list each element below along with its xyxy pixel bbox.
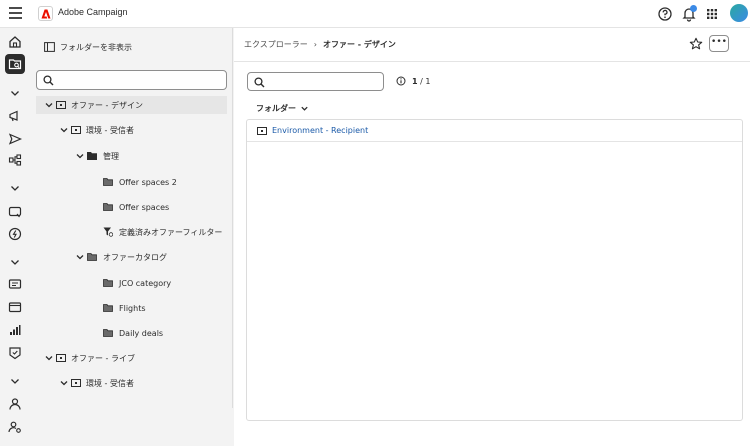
breadcrumb-separator: › (313, 40, 317, 49)
campaign-icon[interactable] (7, 108, 23, 124)
hide-folders-label: フォルダーを非表示 (60, 42, 132, 52)
chevron-down-icon[interactable] (75, 151, 85, 161)
count-separator: / (420, 76, 423, 86)
notification-badge (690, 5, 697, 12)
environment-icon (71, 126, 81, 134)
environment-icon (257, 126, 267, 135)
search-icon (43, 75, 54, 86)
audiences-icon[interactable] (7, 299, 23, 315)
search-icon (254, 77, 265, 88)
count-total: 1 (425, 76, 431, 86)
tree-node-label: Offer spaces 2 (119, 177, 177, 187)
tree-node-label: Flights (119, 303, 146, 313)
tree-node-offer-spaces-2[interactable]: Offer spaces 2 (103, 173, 177, 191)
chevron-down-icon (301, 106, 308, 111)
folder-explorer-panel: フォルダーを非表示 オファー - デザイン 環境 - 受信者 管理 Offer … (30, 28, 233, 408)
chevron-down-icon[interactable] (75, 252, 85, 262)
environment-icon (56, 354, 66, 362)
left-nav-rail (0, 28, 30, 446)
tree-node-admin[interactable]: 管理 (75, 147, 119, 165)
tree-node-offer-spaces[interactable]: Offer spaces (103, 198, 169, 216)
chevron-down-icon[interactable] (44, 353, 54, 363)
profiles-icon[interactable] (7, 276, 23, 292)
explorer-icon[interactable] (7, 56, 23, 72)
apps-grid-icon[interactable] (704, 6, 720, 22)
table-row[interactable]: Environment - Recipient (247, 120, 742, 142)
info-icon[interactable] (396, 76, 406, 86)
row-link[interactable]: Environment - Recipient (272, 126, 368, 135)
tree-node-label: オファーカタログ (103, 252, 167, 262)
tree-node-offer-design[interactable]: オファー - デザイン (36, 96, 227, 114)
more-actions-button[interactable]: ••• (709, 35, 729, 52)
tree-node-offer-live[interactable]: オファー - ライブ (44, 349, 135, 367)
tree-node-label: オファー - デザイン (71, 100, 143, 110)
tree-node-label: 環境 - 受信者 (86, 378, 134, 388)
page-title: オファー - デザイン (322, 40, 396, 49)
main-content: エクスプローラー › オファー - デザイン ••• 1 / 1 フォルダー E… (234, 28, 750, 446)
workflow-icon[interactable] (7, 152, 23, 168)
folder-icon (87, 253, 97, 261)
tree-node-label: 管理 (103, 151, 119, 161)
offer-icon[interactable] (7, 204, 23, 220)
environment-icon (71, 379, 81, 387)
chevron-down-icon[interactable] (59, 378, 69, 388)
folder-table: Environment - Recipient (246, 119, 743, 421)
folder-icon (103, 329, 113, 337)
tree-node-flights[interactable]: Flights (103, 299, 146, 317)
breadcrumb: エクスプローラー › オファー - デザイン (244, 39, 396, 50)
panel-toggle-icon (44, 42, 55, 52)
user-avatar[interactable] (730, 4, 748, 22)
folder-icon (103, 203, 113, 211)
chevron-down-icon[interactable] (7, 373, 23, 389)
environment-icon (56, 101, 66, 109)
tree-node-label: 環境 - 受信者 (86, 125, 134, 135)
user-icon[interactable] (7, 396, 23, 412)
folder-icon (103, 304, 113, 312)
app-title[interactable]: Adobe Campaign (58, 7, 128, 17)
tree-node-env-recipient-live[interactable]: 環境 - 受信者 (59, 374, 134, 392)
folder-header-label: フォルダー (256, 104, 296, 113)
adobe-logo-icon (38, 6, 53, 21)
tree-node-predefined-filters[interactable]: 定義済みオファーフィルター (103, 223, 222, 241)
chevron-down-icon[interactable] (7, 254, 23, 270)
tree-node-label: Offer spaces (119, 202, 170, 212)
folder-icon (103, 178, 113, 186)
top-header: Adobe Campaign (0, 0, 750, 28)
tree-node-label: JCO category (119, 278, 172, 288)
folder-filled-icon (87, 152, 97, 160)
folder-icon (103, 279, 113, 287)
favorite-star-icon[interactable] (689, 37, 703, 51)
tree-node-daily-deals[interactable]: Daily deals (103, 324, 163, 342)
count-current: 1 (412, 76, 418, 86)
tree-node-label: オファー - ライブ (71, 353, 135, 363)
filter-icon (103, 227, 113, 237)
badge-icon[interactable] (7, 345, 23, 361)
folder-search-input[interactable] (36, 70, 227, 90)
tree-node-label: 定義済みオファーフィルター (119, 227, 223, 237)
result-count: 1 / 1 (396, 76, 430, 86)
tree-node-env-recipient[interactable]: 環境 - 受信者 (59, 121, 134, 139)
chevron-down-icon[interactable] (7, 85, 23, 101)
chevron-down-icon[interactable] (7, 180, 23, 196)
chevron-down-icon[interactable] (44, 100, 54, 110)
folder-column-header[interactable]: フォルダー (256, 103, 309, 114)
tree-node-jco-category[interactable]: JCO category (103, 274, 171, 292)
delivery-icon[interactable] (7, 131, 23, 147)
tree-node-clipped (88, 403, 128, 408)
hide-folders-button[interactable]: フォルダーを非表示 (44, 40, 132, 54)
main-search-input[interactable] (247, 72, 384, 91)
settings-icon[interactable] (7, 419, 23, 435)
tree-node-label: Daily deals (119, 328, 164, 338)
chevron-down-icon[interactable] (59, 125, 69, 135)
home-icon[interactable] (7, 34, 23, 50)
breadcrumb-root[interactable]: エクスプローラー (244, 39, 308, 50)
reports-icon[interactable] (7, 322, 23, 338)
menu-icon[interactable] (9, 7, 22, 19)
help-icon[interactable] (657, 6, 673, 22)
tree-node-offer-catalog[interactable]: オファーカタログ (75, 248, 167, 266)
decisioning-icon[interactable] (7, 226, 23, 242)
header-divider (234, 61, 750, 62)
